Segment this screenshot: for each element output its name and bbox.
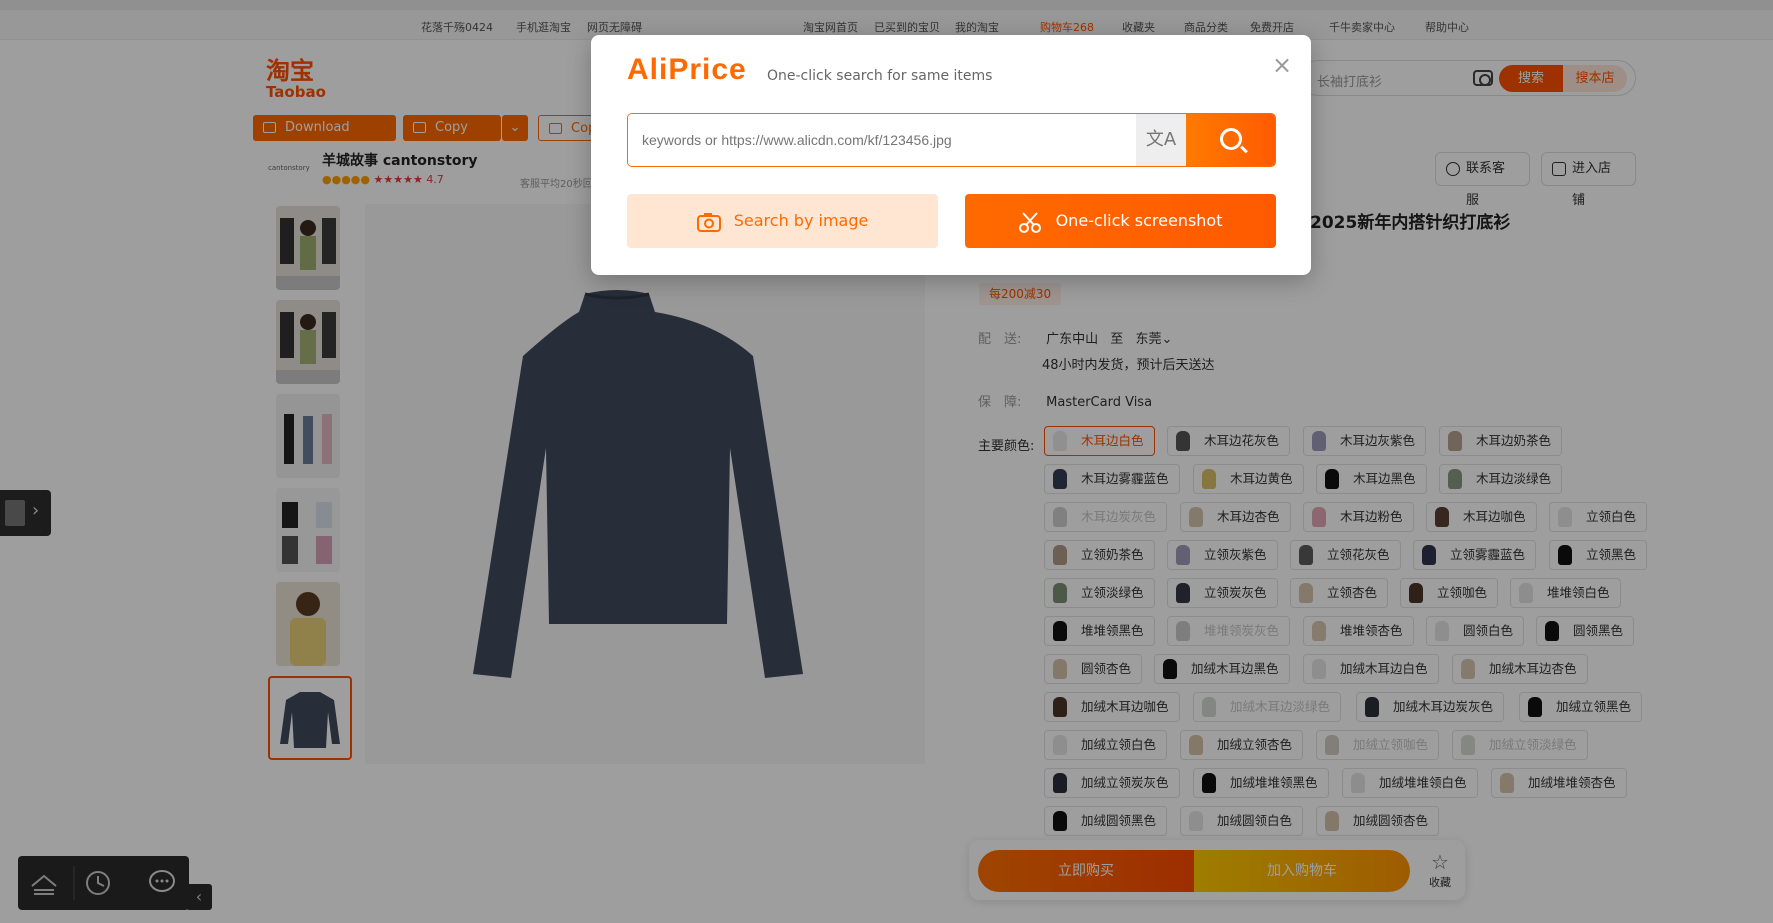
one-click-screenshot-button[interactable]: One-click screenshot xyxy=(965,194,1276,248)
aliprice-search-button[interactable] xyxy=(1186,114,1275,166)
close-icon[interactable]: × xyxy=(1272,53,1292,77)
camera-icon xyxy=(696,212,721,232)
aliprice-modal: AliPrice One-click search for same items… xyxy=(591,35,1311,275)
search-by-image-button[interactable]: Search by image xyxy=(627,194,938,248)
scissors-icon xyxy=(1019,211,1042,233)
aliprice-logo: AliPrice xyxy=(627,53,747,86)
one-click-screenshot-label: One-click screenshot xyxy=(1055,211,1223,230)
search-icon xyxy=(1220,128,1242,150)
aliprice-tagline: One-click search for same items xyxy=(767,68,993,84)
aliprice-search-box: 文A xyxy=(627,113,1276,167)
aliprice-search-input[interactable] xyxy=(628,114,1136,166)
taobao-product-page: 花落千殇0424 手机逛淘宝 网页无障碍 淘宝网首页 已买到的宝贝 我的淘宝 购… xyxy=(0,0,1773,923)
translate-icon[interactable]: 文A xyxy=(1136,114,1186,166)
search-by-image-label: Search by image xyxy=(733,211,869,230)
